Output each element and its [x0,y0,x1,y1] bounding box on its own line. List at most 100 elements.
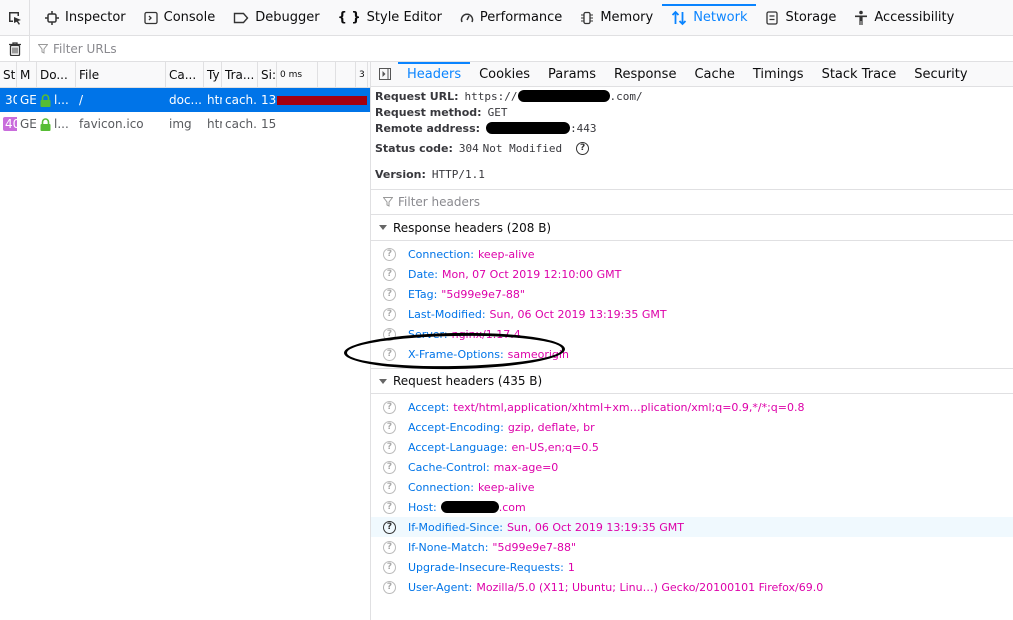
header-value: 1 [567,560,575,574]
request-list-header: St M Do... File Ca... Ty Tra... Si: 0 ms… [0,61,370,88]
header-row[interactable]: ? Upgrade-Insecure-Requests: 1 [371,557,1013,577]
transferred-cell: cach... [225,117,258,131]
help-icon[interactable]: ? [383,420,396,434]
tab-console[interactable]: Console [135,0,225,36]
response-headers-toggle[interactable]: Response headers (208 B) [371,215,1013,241]
response-headers-list: ? Connection: keep-alive? Date: Mon, 07 Oct … [371,241,1013,368]
help-icon[interactable]: ? [383,247,396,261]
tab-performance[interactable]: Performance [451,0,571,36]
tab-style-editor[interactable]: { } Style Editor [329,0,451,36]
column-status[interactable]: St [0,61,17,88]
help-icon[interactable]: ? [576,141,590,155]
header-name: Cache-Control: [408,460,490,474]
header-row[interactable]: ? Host: .com [371,497,1013,517]
header-row[interactable]: ? If-Modified-Since: Sun, 06 Oct 2019 13:1… [371,517,1013,537]
tab-cookies[interactable]: Cookies [470,62,539,87]
request-row[interactable]: 40 GE l... favicon.ico img htr cach... 1… [0,112,370,136]
tab-network[interactable]: Network [662,0,757,36]
header-row[interactable]: ? Date: Mon, 07 Oct 2019 12:10:00 GMT [371,264,1013,284]
help-icon[interactable]: ? [383,307,396,321]
tab-storage[interactable]: Storage [756,0,845,36]
header-name: If-None-Match: [408,540,489,554]
header-row[interactable]: ? If-None-Match: "5d99e9e7-88" [371,537,1013,557]
response-headers-title: Response headers (208 B) [393,220,552,235]
status-badge: 40 [3,117,17,131]
help-icon[interactable]: ? [383,347,396,361]
header-name: ETag: [408,287,438,301]
domain-text: l... [54,117,69,131]
help-icon[interactable]: ? [383,560,396,574]
tab-label: Style Editor [366,10,442,25]
tab-memory[interactable]: Memory [571,0,662,36]
header-row[interactable]: ? Cache-Control: max-age=0 [371,457,1013,477]
tab-inspector[interactable]: Inspector [36,0,135,36]
expand-triangle-icon [379,225,387,230]
header-name: Accept-Encoding: [408,420,504,434]
help-icon[interactable]: ? [383,500,396,514]
filter-placeholder: Filter URLs [53,41,117,56]
tab-accessibility[interactable]: Accessibility [845,0,963,36]
column-method[interactable]: M [17,61,37,88]
header-value: .com [498,500,526,514]
type-cell: htr [207,93,222,107]
column-type[interactable]: Ty [204,61,222,88]
column-file[interactable]: File [76,61,166,88]
request-headers-toggle[interactable]: Request headers (435 B) [371,368,1013,394]
header-name: Upgrade-Insecure-Requests: [408,560,564,574]
header-value: Mon, 07 Oct 2019 12:10:00 GMT [442,267,622,281]
tab-headers[interactable]: Headers [398,61,471,87]
help-icon[interactable]: ? [383,460,396,474]
header-row[interactable]: ? Connection: keep-alive [371,477,1013,497]
domain-text: l... [54,93,69,107]
column-domain[interactable]: Do... [37,61,76,88]
tab-stack-trace[interactable]: Stack Trace [813,62,906,87]
header-row[interactable]: ? Server: nginx/1.17.4 [371,324,1013,344]
element-picker-button[interactable] [0,0,30,36]
filter-headers-input[interactable]: Filter headers [371,189,1013,215]
filter-urls-input[interactable]: Filter URLs [38,42,117,56]
request-summary: Request URL: https:// .com/ Request meth… [371,87,1013,189]
request-list: St M Do... File Ca... Ty Tra... Si: 0 ms… [0,61,371,620]
tab-params[interactable]: Params [539,62,605,87]
help-icon[interactable]: ? [383,540,396,554]
tab-timings[interactable]: Timings [744,62,813,87]
tab-response[interactable]: Response [605,62,685,87]
status-code-value: 304 [458,141,479,155]
header-value: keep-alive [477,480,535,494]
help-icon[interactable]: ? [383,287,396,301]
column-waterfall[interactable]: 0 ms 3 [277,61,368,88]
help-icon[interactable]: ? [383,520,396,534]
waterfall-gridline [317,61,318,88]
header-row[interactable]: ? Accept-Encoding: gzip, deflate, br [371,417,1013,437]
help-icon[interactable]: ? [383,400,396,414]
help-icon[interactable]: ? [383,580,396,594]
help-icon[interactable]: ? [383,327,396,341]
console-icon [143,11,158,25]
tab-debugger[interactable]: Debugger [224,0,328,36]
header-value: "5d99e9e7-88" [441,287,525,301]
help-icon[interactable]: ? [383,440,396,454]
header-row[interactable]: ? ETag: "5d99e9e7-88" [371,284,1013,304]
column-cause[interactable]: Ca... [166,61,204,88]
header-row[interactable]: ? User-Agent: Mozilla/5.0 (X11; Ubuntu; Li… [371,577,1013,597]
toggle-sidebar-button[interactable] [371,62,398,87]
header-row[interactable]: ? Accept-Language: en-US,en;q=0.5 [371,437,1013,457]
header-row[interactable]: ? Accept: text/html,application/xhtml+xm…p… [371,397,1013,417]
header-row[interactable]: ? Last-Modified: Sun, 06 Oct 2019 13:19:35… [371,304,1013,324]
tab-cache[interactable]: Cache [685,62,743,87]
header-row[interactable]: ? Connection: keep-alive [371,244,1013,264]
tab-security[interactable]: Security [905,62,976,87]
status-badge: 30 [5,93,17,107]
remote-address-port: :443 [570,121,597,135]
column-transferred[interactable]: Tra... [222,61,258,88]
request-row[interactable]: 30 GE l... / doc... htr cach... 136 [0,88,370,112]
column-size[interactable]: Si: [258,61,277,88]
header-name: Last-Modified: [408,307,486,321]
header-row[interactable]: ? X-Frame-Options: sameorigin [371,344,1013,364]
help-icon[interactable]: ? [383,267,396,281]
redacted-host [517,90,610,102]
clear-button[interactable] [0,35,30,62]
waterfall-cell [277,112,368,136]
performance-icon [460,11,474,25]
help-icon[interactable]: ? [383,480,396,494]
